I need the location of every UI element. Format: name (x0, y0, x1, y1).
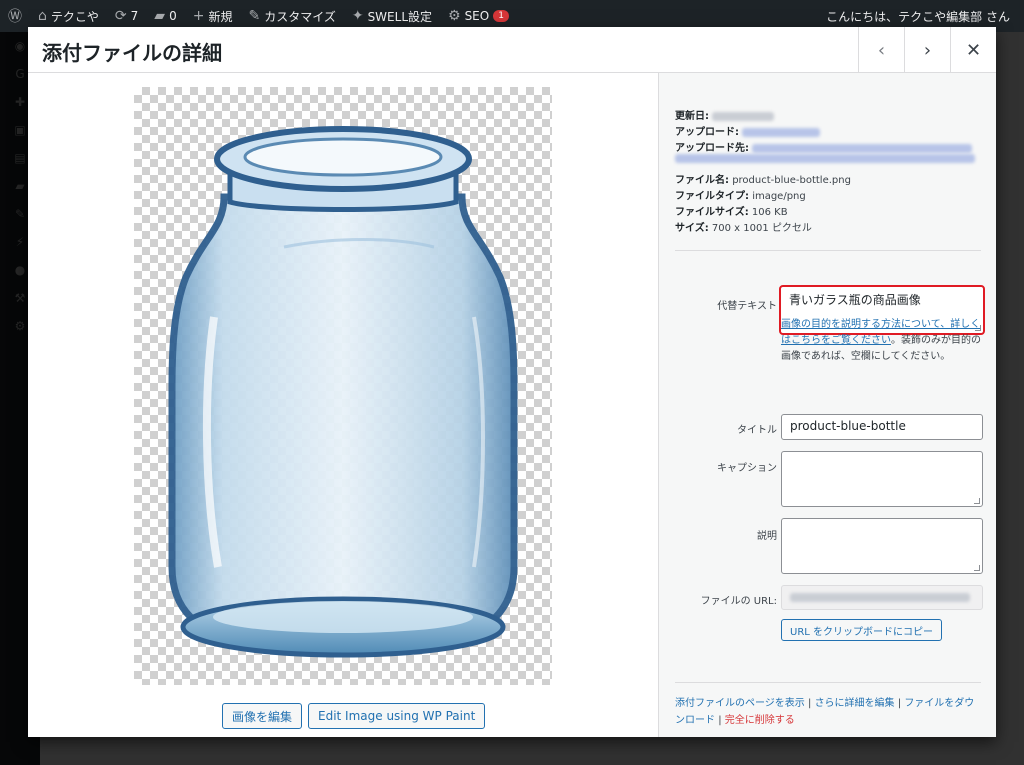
comments-count: 0 (169, 9, 177, 23)
plus-icon: + (192, 8, 205, 24)
dimensions-label: サイズ: (675, 223, 709, 234)
file-url-field[interactable] (781, 585, 983, 610)
updates-icon: ⟳ (114, 8, 127, 24)
view-attachment-page-link[interactable]: 添付ファイルのページを表示 (675, 698, 805, 709)
modal-header: 添付ファイルの詳細 ‹ › ✕ (28, 27, 996, 73)
close-button[interactable]: ✕ (950, 27, 996, 73)
filename-row: ファイル名: product-blue-bottle.png (675, 171, 851, 186)
file-url-value-redacted (790, 593, 970, 602)
description-label: 説明 (757, 531, 777, 542)
alt-text-help: 画像の目的を説明する方法について、詳しくはこちらをご覧ください。装飾のみが目的の… (781, 317, 985, 365)
greeting-text: こんにちは、テクこや編集部 さん (826, 9, 1010, 24)
modal-title: 添付ファイルの詳細 (42, 41, 222, 65)
new-content-label: 新規 (208, 9, 233, 24)
close-icon: ✕ (965, 39, 982, 61)
caption-field[interactable] (781, 451, 983, 507)
alt-text-value: 青いガラス瓶の商品画像 (789, 293, 921, 307)
wp-logo-menu[interactable]: Ⓦ (0, 0, 30, 32)
uploaded-row: アップロード: (675, 123, 821, 138)
attachment-actions: 添付ファイルのページを表示 | さらに詳細を編集 | ファイルをダウンロード |… (675, 698, 975, 726)
uploaded-label: アップロード: (675, 127, 739, 138)
divider (675, 250, 981, 251)
seo-label: SEO (464, 9, 490, 23)
home-icon: ⌂ (38, 8, 47, 24)
swell-icon: ✦ (351, 8, 364, 24)
resize-handle[interactable] (974, 565, 980, 571)
previous-button[interactable]: ‹ (858, 27, 904, 73)
filesize-row: ファイルサイズ: 106 KB (675, 203, 788, 218)
filetype-row: ファイルタイプ: image/png (675, 187, 806, 202)
filesize-label: ファイルサイズ: (675, 207, 749, 218)
title-field[interactable]: product-blue-bottle (781, 414, 983, 440)
filename-label: ファイル名: (675, 175, 729, 186)
chevron-left-icon: ‹ (877, 39, 886, 61)
updated-row: 更新日: (675, 107, 775, 122)
filetype-value: image/png (752, 191, 806, 202)
divider (675, 682, 981, 683)
site-name: テクこや (50, 9, 99, 24)
delete-permanently-link[interactable]: 完全に削除する (725, 715, 795, 726)
wp-paint-button[interactable]: Edit Image using WP Paint (308, 703, 486, 729)
caption-label: キャプション (717, 463, 777, 474)
media-preview: 画像を編集 Edit Image using WP Paint (28, 73, 658, 737)
dimensions-row: サイズ: 700 x 1001 ピクセル (675, 219, 812, 234)
glass-jar-image (168, 126, 518, 658)
seo-badge: 1 (493, 10, 509, 22)
uploaded-to-value-redacted-2[interactable] (675, 153, 975, 163)
uploaded-to-value-redacted[interactable] (752, 143, 973, 153)
next-button[interactable]: › (904, 27, 950, 73)
attachment-details-modal: 添付ファイルの詳細 ‹ › ✕ 画像を編集 Edit Image using W… (28, 27, 996, 737)
dimensions-value: 700 x 1001 ピクセル (711, 223, 812, 234)
resize-handle[interactable] (974, 498, 980, 504)
alt-text-label: 代替テキスト (717, 301, 777, 312)
filename-value: product-blue-bottle.png (732, 175, 851, 186)
filesize-value: 106 KB (751, 207, 788, 218)
updated-label: 更新日: (675, 111, 709, 122)
copy-url-button[interactable]: URL をクリップボードにコピー (781, 619, 943, 641)
uploaded-to-row-2 (675, 153, 975, 164)
seo-gear-icon: ⚙ (448, 8, 461, 24)
image-preview (134, 87, 552, 685)
chevron-right-icon: › (923, 39, 932, 61)
filetype-label: ファイルタイプ: (675, 191, 749, 202)
description-field[interactable] (781, 518, 983, 574)
updated-value-redacted (712, 111, 775, 121)
title-label: タイトル (737, 425, 777, 436)
uploaded-value-redacted (742, 127, 821, 137)
title-value: product-blue-bottle (790, 419, 906, 433)
comment-icon: ▰ (154, 8, 166, 24)
attachment-info: 更新日: アップロード: アップロード先: ファイル名: product-blu… (658, 73, 996, 737)
edit-more-details-link[interactable]: さらに詳細を編集 (815, 698, 895, 709)
uploaded-to-row: アップロード先: (675, 139, 973, 154)
swell-label: SWELL設定 (367, 9, 432, 24)
wordpress-icon: Ⓦ (8, 9, 22, 25)
brush-icon: ✎ (248, 8, 261, 24)
customize-label: カスタマイズ (264, 9, 336, 24)
edit-image-button[interactable]: 画像を編集 (222, 703, 303, 729)
updates-count: 7 (130, 9, 139, 23)
file-url-label: ファイルの URL: (700, 596, 777, 607)
